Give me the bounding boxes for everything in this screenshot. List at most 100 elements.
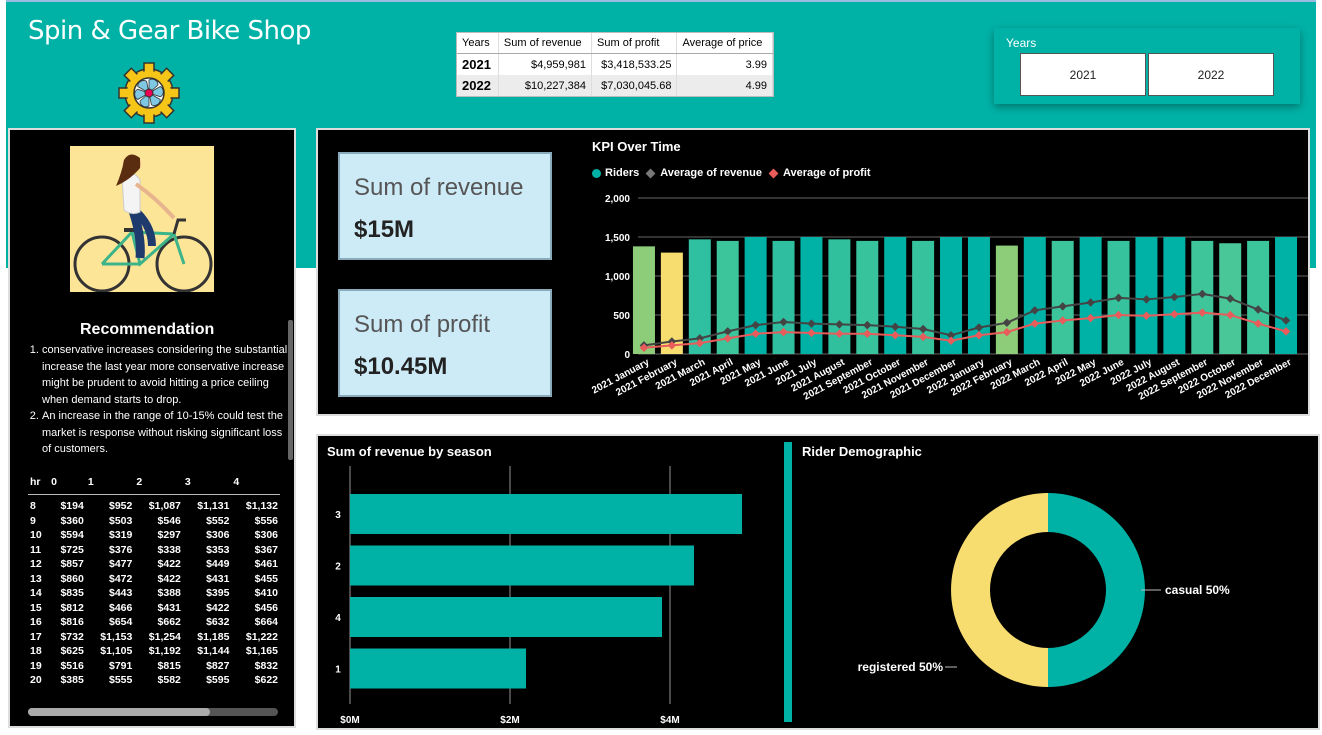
table-cell: 14 [30, 587, 42, 599]
table-row: 12 $857 $477 $422 $449 $461 [28, 557, 280, 572]
slice-label: casual 50% [1165, 583, 1230, 597]
y-tick-label: 1,500 [605, 233, 630, 244]
table-cell: 10 [30, 529, 42, 541]
table-cell: $835 [60, 587, 84, 599]
chart-bar [632, 246, 655, 354]
table-cell: $306 [206, 529, 230, 541]
col-revenue[interactable]: Sum of revenue [498, 33, 593, 54]
card-value: $10.45M [354, 353, 448, 380]
table-cell: $194 [60, 500, 84, 512]
list-item: conservative increases considering the s… [42, 342, 288, 408]
demographic-chart-title: Rider Demographic [802, 444, 922, 459]
y-tick-label: 3 [335, 510, 341, 521]
slicer-option-2022[interactable]: 2022 [1148, 53, 1274, 96]
table-cell: $422 [157, 558, 181, 570]
chart-bar [1051, 240, 1074, 354]
table-cell: $1,105 [100, 645, 133, 657]
hr-col-header[interactable]: 1 [85, 476, 135, 495]
y-tick-label: 2 [335, 562, 341, 573]
chart-legend: Riders Average of revenue Average of pro… [592, 167, 871, 179]
hr-col-header[interactable]: 2 [134, 476, 183, 495]
donut-slice [951, 493, 1048, 687]
col-price[interactable]: Average of price [676, 33, 773, 54]
recommendation-title: Recommendation [80, 321, 215, 338]
vertical-scrollbar[interactable] [288, 320, 293, 460]
season-chart: $0M $2M $4M 3 2 4 1 [335, 466, 742, 726]
table-cell: 8 [30, 500, 36, 512]
chart-bar [350, 545, 694, 586]
legend-marker [768, 168, 779, 178]
col-years[interactable]: Years [457, 33, 499, 54]
table-cell: $732 [60, 630, 84, 643]
x-tick-label: $2M [500, 715, 519, 726]
chart-bar [1275, 237, 1298, 354]
horizontal-scrollbar[interactable] [28, 708, 278, 716]
table-cell: $410 [254, 587, 278, 599]
table-cell: $360 [60, 514, 84, 527]
table-cell: 13 [30, 572, 42, 585]
kpi-chart-title: KPI Over Time [592, 139, 681, 154]
y-tick-label: 2,000 [605, 194, 630, 205]
hr-col-header[interactable]: 4 [231, 476, 280, 495]
table-row: 13 $860 $472 $422 $431 $455 [28, 572, 280, 587]
table-cell: $431 [157, 601, 181, 614]
table-row: 14 $835 $443 $388 $395 $410 [28, 586, 280, 601]
recommendation-text: conservative increases considering the s… [24, 342, 288, 464]
table-row: 9 $360 $503 $546 $552 $556 [28, 514, 280, 529]
table-cell: $431 [206, 572, 230, 585]
table-cell: $461 [254, 558, 278, 570]
table-cell: $1,153 [100, 630, 133, 643]
season-panel: Sum of revenue by season $0M $2M $4M 3 2 4 1 [316, 434, 790, 730]
table-cell: $556 [254, 514, 278, 527]
table-row: 18 $625 $1,105 $1,192 $1,144 $1,165 [28, 644, 280, 659]
y-tick-label: 4 [335, 613, 341, 624]
hr-col-header[interactable]: 3 [182, 476, 232, 495]
table-cell: $952 [109, 500, 133, 512]
image-frame [58, 136, 228, 314]
table-row: 8 $194 $952 $1,087 $1,131 $1,132 [28, 495, 280, 514]
table-cell: $815 [157, 659, 181, 672]
table-cell: $1,185 [197, 630, 230, 643]
legend-entry[interactable]: Average of revenue [660, 167, 762, 179]
legend-entry[interactable]: Average of profit [783, 167, 871, 179]
table-cell: $552 [206, 514, 230, 527]
table-cell: $654 [109, 616, 133, 628]
table-row: 2022 $10,227,384 $7,030,045.68 4.99 [457, 75, 773, 96]
hr-col-header[interactable]: 0 [49, 476, 86, 495]
table-cell: $595 [206, 674, 230, 686]
table-cell: $625 [60, 645, 84, 657]
legend-entry[interactable]: Riders [605, 167, 639, 179]
table-row: 17 $732 $1,153 $1,254 $1,185 $1,222 [28, 630, 280, 645]
table-row: 2021 $4,959,981 $3,418,533.25 3.99 [457, 53, 773, 75]
scrollbar-thumb[interactable] [28, 708, 210, 716]
slicer-option-2021[interactable]: 2021 [1020, 53, 1146, 96]
table-cell: 12 [30, 558, 42, 570]
table-cell: $662 [157, 616, 181, 628]
y-tick-label: 0 [624, 350, 630, 361]
table-row: 10 $594 $319 $297 $306 $306 [28, 528, 280, 543]
table-cell: 11 [30, 543, 42, 556]
kpi-chart: 05001,0001,5002,0002021 January2021 Febr… [590, 194, 1308, 403]
table-cell: $1,144 [197, 645, 230, 657]
table-cell: $477 [109, 558, 133, 570]
table-cell: $1,132 [245, 500, 278, 512]
hr-col-header[interactable]: hr [28, 476, 50, 495]
table-cell: $449 [206, 558, 230, 570]
table-cell: $832 [254, 659, 278, 672]
chart-bar [350, 648, 526, 689]
kpi-panel: Sum of revenue $15M Sum of profit $10.45… [316, 128, 1310, 416]
table-cell: $472 [109, 572, 133, 585]
table-row: 19 $516 $791 $815 $827 $832 [28, 659, 280, 674]
table-cell: $443 [109, 587, 133, 599]
chart-bar [1079, 237, 1102, 354]
chart-bar [995, 245, 1018, 354]
legend-marker [592, 168, 601, 178]
table-cell: 9 [30, 514, 36, 527]
profit-card: Sum of profit $10.45M [338, 289, 552, 397]
table-cell: $827 [206, 659, 230, 672]
table-cell: $422 [206, 601, 230, 614]
table-cell: $306 [254, 529, 278, 541]
col-profit[interactable]: Sum of profit [591, 33, 678, 54]
table-cell: $455 [254, 572, 278, 585]
cyclist-illustration [70, 146, 214, 292]
